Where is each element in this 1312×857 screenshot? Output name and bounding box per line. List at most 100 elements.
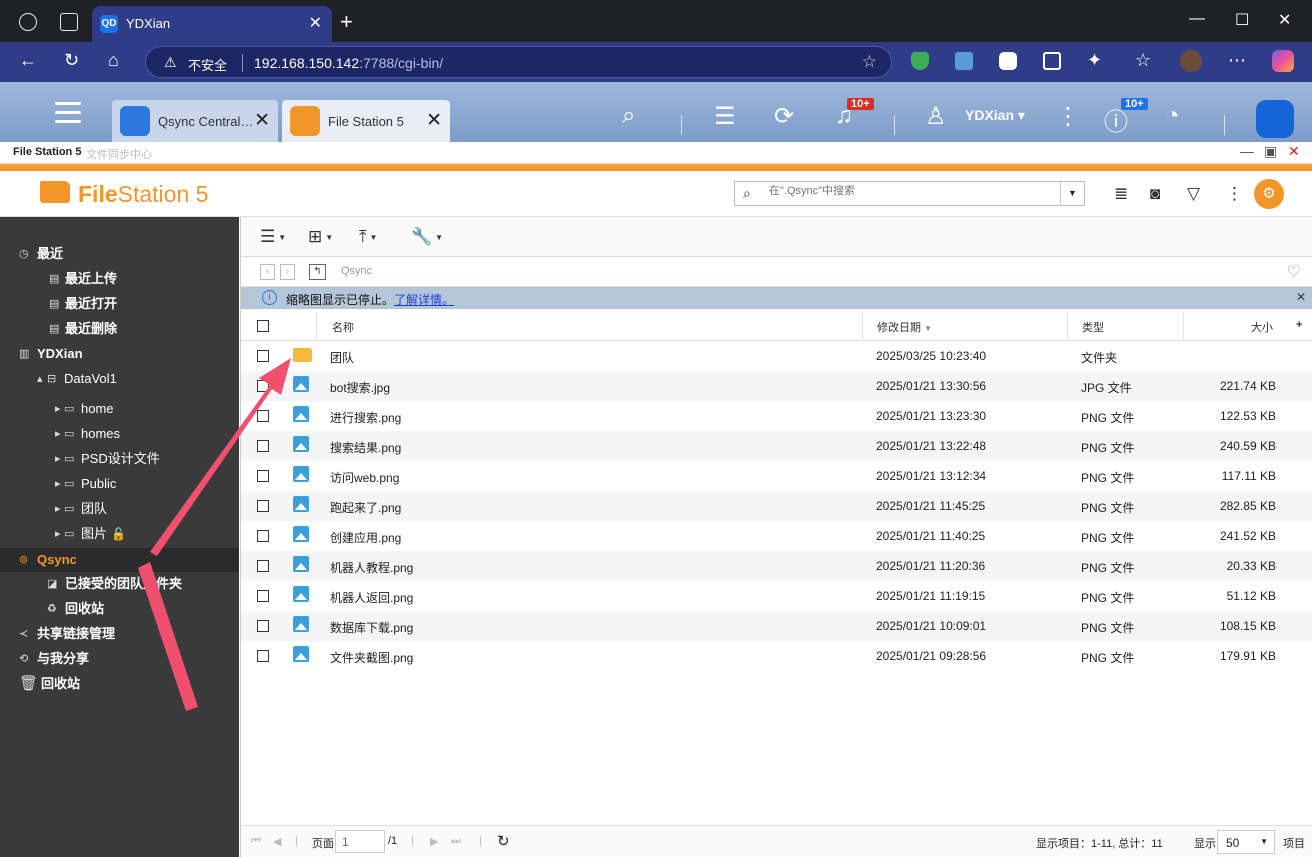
add-column-icon[interactable]: + (1296, 319, 1302, 331)
url-text[interactable]: 192.168.150.142:7788/cgi-bin/ (254, 55, 443, 71)
sidebar-item-qsync-recycle[interactable]: ♻ 回收站 (0, 597, 239, 621)
file-name[interactable]: 机器人教程.png (330, 559, 413, 576)
close-icon[interactable]: ✕ (1296, 290, 1306, 304)
background-tasks-icon[interactable]: ☰ (714, 102, 736, 131)
table-row[interactable]: bot搜索.jpg 2025/01/21 13:30:56 JPG 文件 221.74… (241, 371, 1312, 401)
row-checkbox[interactable] (257, 650, 269, 662)
column-header-size[interactable]: 大小 (1251, 319, 1273, 335)
file-name[interactable]: 搜索结果.png (330, 439, 401, 456)
search-icon[interactable]: ⌕ (622, 102, 635, 130)
warning-icon[interactable]: ⚠ (164, 54, 177, 71)
sidebar-item-recent[interactable]: ◷ 最近 (0, 242, 239, 266)
row-checkbox[interactable] (257, 560, 269, 572)
new-tab-icon[interactable]: + (340, 9, 353, 35)
favorites-icon[interactable]: ☆ (1135, 50, 1151, 71)
close-tab-icon[interactable]: ✕ (309, 13, 322, 33)
expand-arrow-icon[interactable]: ▸ (55, 522, 61, 546)
table-row[interactable]: 团队 2025/03/25 10:23:40 文件夹 (241, 341, 1312, 371)
copilot-icon[interactable] (1272, 50, 1294, 72)
expand-arrow-icon[interactable]: ▴ (37, 367, 43, 391)
expand-arrow-icon[interactable]: ▸ (55, 397, 61, 421)
parent-folder-icon[interactable]: ↰ (309, 264, 326, 280)
user-icon[interactable]: ♙ (925, 102, 947, 131)
extension-icon[interactable] (955, 52, 973, 70)
more-options-icon[interactable]: ⋮ (1056, 102, 1080, 131)
refresh-icon[interactable]: ↻ (497, 832, 510, 850)
file-name[interactable]: 跑起来了.png (330, 499, 401, 516)
favorite-star-icon[interactable]: ☆ (862, 52, 877, 72)
sidebar-item-recent-upload[interactable]: ▤ 最近上传 (0, 267, 239, 291)
row-checkbox[interactable] (257, 380, 269, 392)
search-options-dropdown[interactable]: ▼ (1060, 182, 1084, 205)
select-all-checkbox[interactable] (257, 320, 269, 332)
sidebar-item-recycle-bin[interactable]: 🗑 回收站 (0, 672, 239, 696)
sync-icon[interactable]: ⟳ (774, 102, 794, 131)
table-row[interactable]: 机器人返回.png 2025/01/21 11:19:15 PNG 文件 51.12 … (241, 581, 1312, 611)
forward-arrow-icon[interactable]: › (280, 264, 295, 280)
table-row[interactable]: 跑起来了.png 2025/01/21 11:45:25 PNG 文件 282.85 … (241, 491, 1312, 521)
extension-icon[interactable] (1043, 52, 1061, 70)
close-icon[interactable]: ✕ (426, 109, 442, 132)
file-name[interactable]: 文件夹截图.png (330, 649, 413, 666)
shield-extension-icon[interactable] (911, 52, 929, 70)
browser-tab-active[interactable]: QD YDXian ✕ (92, 6, 332, 42)
network-drive-icon[interactable]: ◙ (1150, 184, 1160, 204)
table-row[interactable]: 文件夹截图.png 2025/01/21 09:28:56 PNG 文件 179.91… (241, 641, 1312, 671)
reload-icon[interactable]: ↻ (64, 50, 79, 71)
close-icon[interactable]: ✕ (254, 109, 270, 132)
upload-button[interactable]: ⤒ ▼ (359, 227, 377, 247)
sidebar-item-public[interactable]: ▸ ▭ Public (0, 472, 239, 496)
create-folder-button[interactable]: ⊞ ▼ (308, 227, 333, 247)
table-row[interactable]: 数据库下载.png 2025/01/21 10:09:01 PNG 文件 108.15… (241, 611, 1312, 641)
file-name[interactable]: 访问web.png (330, 469, 399, 486)
file-name[interactable]: 进行搜索.png (330, 409, 401, 426)
row-checkbox[interactable] (257, 470, 269, 482)
row-checkbox[interactable] (257, 590, 269, 602)
page-number-input[interactable] (335, 830, 385, 853)
column-header-modified[interactable]: 修改日期 ▼ (877, 319, 932, 335)
sidebar-item-home[interactable]: ▸ ▭ home (0, 397, 239, 421)
background-tasks-icon[interactable]: ≣ (1114, 184, 1128, 204)
column-header-name[interactable]: 名称 (332, 319, 354, 335)
main-menu-icon[interactable] (55, 102, 81, 126)
row-checkbox[interactable] (257, 500, 269, 512)
favorite-heart-icon[interactable]: ♡ (1287, 262, 1301, 282)
per-page-select[interactable]: 50 ▼ (1217, 830, 1275, 854)
file-name[interactable]: bot搜索.jpg (330, 379, 390, 396)
file-name[interactable]: 数据库下载.png (330, 619, 413, 636)
learn-more-link[interactable]: 了解详情。 (394, 293, 454, 307)
row-checkbox[interactable] (257, 410, 269, 422)
user-menu[interactable]: YDXian ▾ (965, 107, 1025, 124)
sidebar-item-shared-with-me[interactable]: ⟲ 与我分享 (0, 647, 239, 671)
file-name[interactable]: 机器人返回.png (330, 589, 413, 606)
security-label[interactable]: 不安全 (188, 55, 227, 74)
tab-actions-icon[interactable] (60, 13, 78, 31)
expand-arrow-icon[interactable]: ▸ (55, 447, 61, 471)
table-row[interactable]: 搜索结果.png 2025/01/21 13:22:48 PNG 文件 240.59 … (241, 431, 1312, 461)
close-window-icon[interactable]: ✕ (1278, 10, 1291, 30)
dashboard-gauge-icon[interactable]: ◔ (1165, 102, 1180, 130)
row-checkbox[interactable] (257, 530, 269, 542)
profile-avatar[interactable] (1180, 50, 1202, 72)
last-page-icon[interactable]: ⏭ (451, 835, 461, 848)
tab-qsync-central[interactable]: Qsync Central… ✕ (112, 100, 278, 142)
more-menu-icon[interactable]: ⋯ (1228, 50, 1246, 71)
minimize-icon[interactable]: — (1189, 10, 1205, 28)
back-icon[interactable]: ← (19, 50, 37, 71)
home-icon[interactable]: ⌂ (108, 50, 119, 71)
maximize-icon[interactable]: ▣ (1264, 143, 1277, 160)
maximize-icon[interactable]: ☐ (1235, 10, 1249, 30)
expand-arrow-icon[interactable]: ▸ (55, 497, 61, 521)
table-row[interactable]: 进行搜索.png 2025/01/21 13:23:30 PNG 文件 122.53 … (241, 401, 1312, 431)
row-checkbox[interactable] (257, 440, 269, 452)
search-input[interactable] (769, 185, 1049, 197)
sidebar-item-pictures[interactable]: ▸ ▭ 图片 🔓 (0, 522, 239, 546)
file-name[interactable]: 团队 (330, 349, 354, 366)
extension-icon[interactable] (999, 52, 1017, 70)
sidebar-item-recent-delete[interactable]: ▤ 最近删除 (0, 317, 239, 341)
tools-button[interactable]: 🔧 ▼ (411, 227, 443, 247)
sidebar-item-psd[interactable]: ▸ ▭ PSD设计文件 (0, 447, 239, 471)
first-page-icon[interactable]: ⏮ (251, 835, 261, 848)
sidebar-item-share-links[interactable]: ≺ 共享链接管理 (0, 622, 239, 646)
back-arrow-icon[interactable]: ‹ (260, 264, 275, 280)
